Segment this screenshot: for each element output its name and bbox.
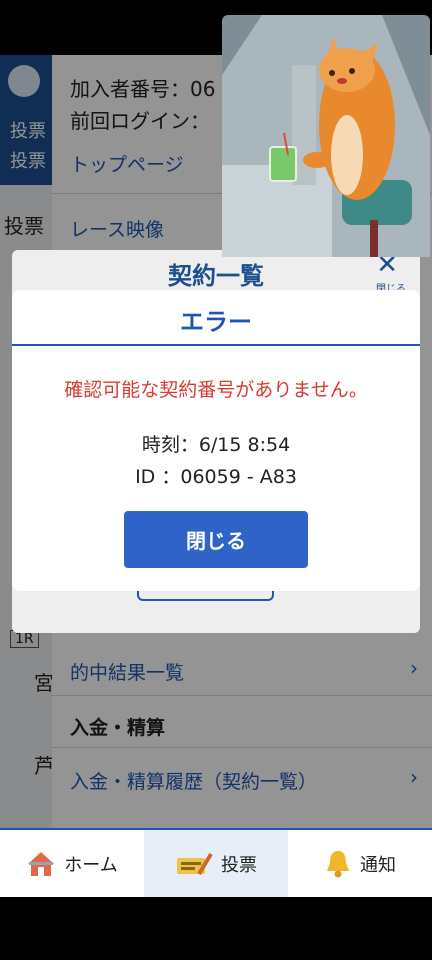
dialog-title: エラー — [180, 308, 252, 336]
mascot-illustration — [222, 15, 430, 257]
nav-notifications-label: 通知 — [360, 854, 396, 876]
error-time: 時刻：6/15 8:54 — [141, 434, 291, 456]
bottom-nav: ホーム 投票 通知 — [0, 828, 432, 897]
error-message: 確認可能な契約番号がありません。 — [64, 379, 368, 401]
error-id: ID ：06059 - A83 — [135, 466, 297, 488]
sheet-title: 契約一覧 — [168, 262, 264, 290]
error-dialog: エラー 確認可能な契約番号がありません。 時刻：6/15 8:54 ID ：06… — [12, 290, 420, 591]
nav-vote[interactable]: 投票 — [144, 830, 288, 897]
nav-home-label: ホーム — [64, 854, 118, 876]
nav-notifications[interactable]: 通知 — [288, 830, 432, 897]
home-icon — [28, 851, 55, 876]
bell-icon — [327, 850, 349, 877]
nav-vote-label: 投票 — [221, 854, 257, 876]
ticket-pen-icon — [177, 852, 213, 875]
dialog-divider — [12, 344, 420, 346]
close-button[interactable]: 閉じる — [124, 511, 308, 568]
nav-home[interactable]: ホーム — [0, 830, 144, 897]
